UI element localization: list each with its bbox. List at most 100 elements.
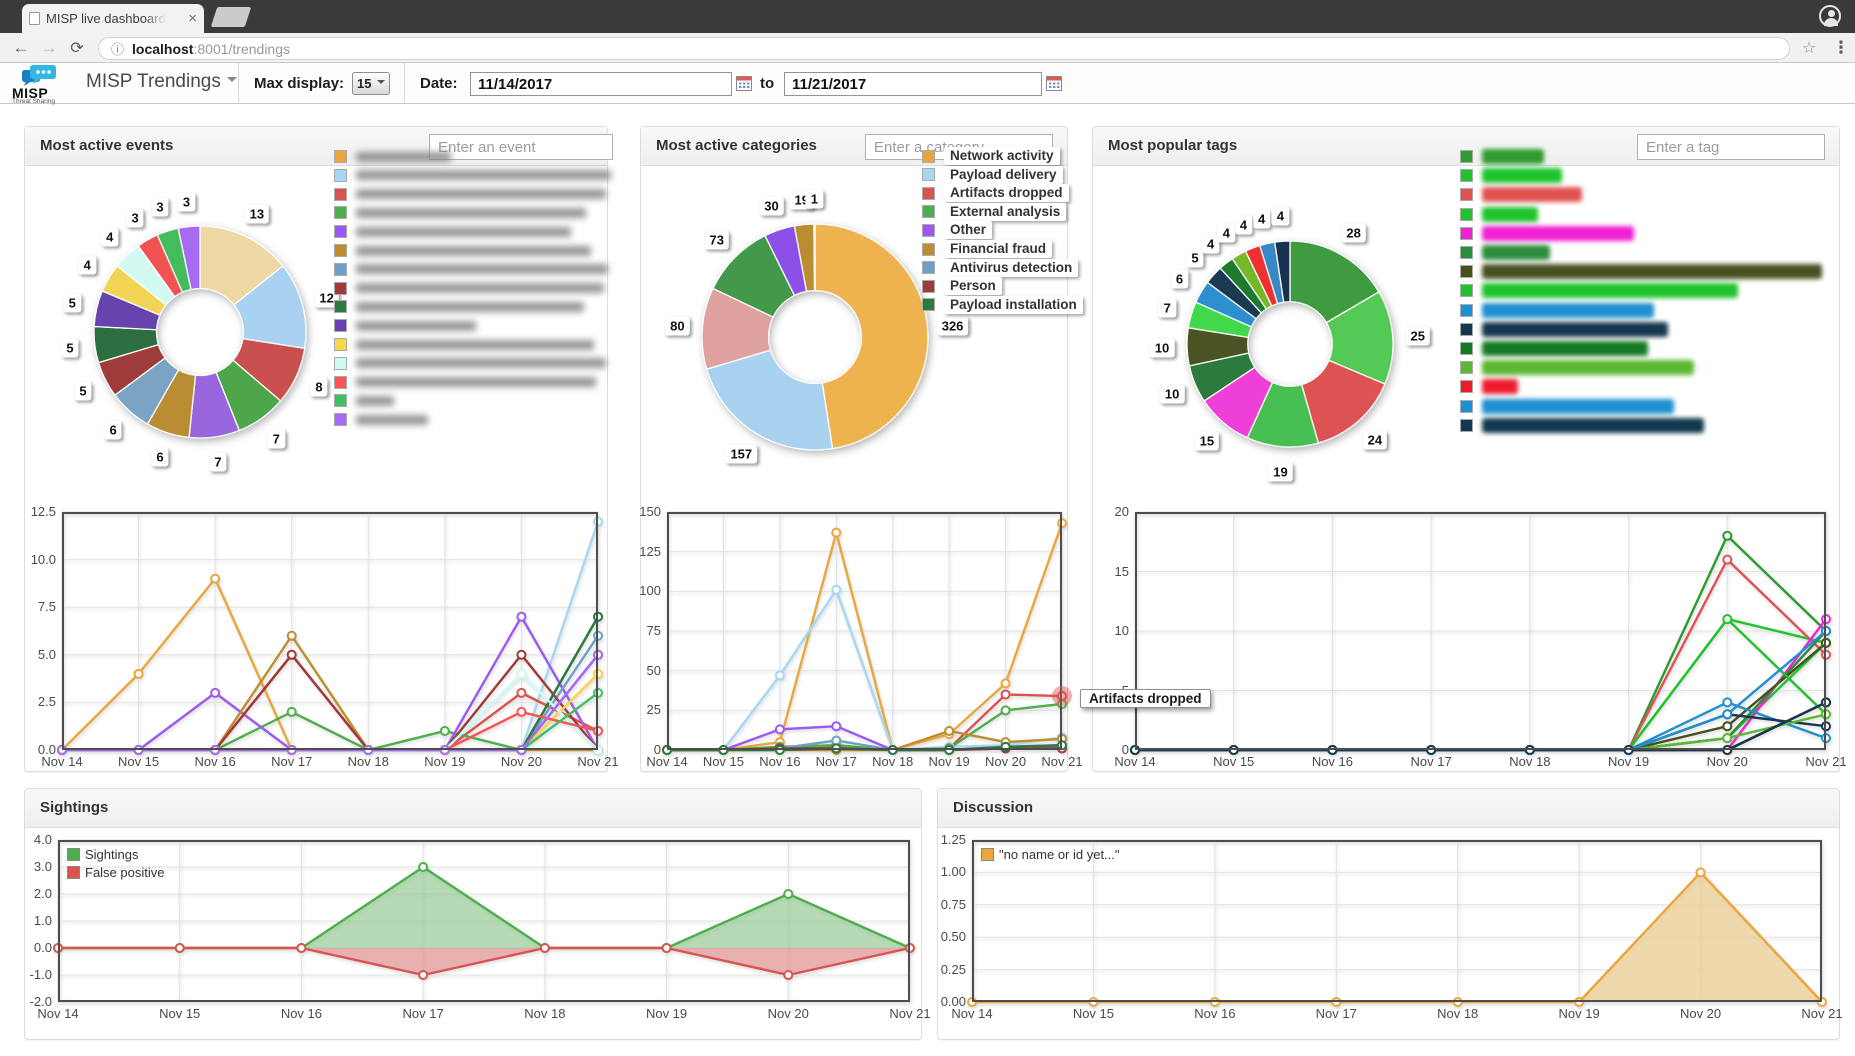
page-info-icon[interactable]: ⓘ [111,39,124,58]
new-tab-button[interactable] [211,7,251,27]
bookmark-star-icon[interactable]: ☆ [1796,33,1822,63]
tags-donut-chart[interactable]: 2825241915101076544444 [1141,195,1439,493]
events-legend-row[interactable] [334,282,604,295]
calendar-icon[interactable] [1046,76,1062,91]
redacted-event-label [356,152,451,162]
browser-menu-icon[interactable]: ⋮ [1828,33,1854,63]
redacted-event-label [356,189,606,199]
tags-legend-row[interactable] [1460,168,1562,183]
events-legend-row[interactable] [334,225,571,238]
panel-title: Most popular tags [1108,137,1237,154]
reload-button[interactable]: ⟳ [64,33,90,63]
tags-legend-row[interactable] [1460,226,1634,241]
tags-legend-row[interactable] [1460,379,1518,394]
tags-legend-row[interactable] [1460,418,1704,433]
panel-title: Most active categories [656,137,817,154]
max-display-label: Max display: [254,75,344,92]
url-text: localhost:8001/trendings [132,41,290,57]
tags-legend-row[interactable] [1460,264,1822,279]
legend-swatch [67,848,80,861]
events-line-chart[interactable]: 0.02.55.07.510.012.5Nov 14Nov 15Nov 16No… [62,512,598,755]
categories-line-chart[interactable]: 0255075100125150Nov 14Nov 15Nov 16Nov 17… [667,512,1062,755]
misp-logo-icon [21,64,61,86]
chart-legend-item: Sightings [67,847,138,862]
header-divider [238,63,239,104]
tags-legend-row[interactable] [1460,341,1648,356]
events-legend-row[interactable] [334,338,594,351]
y-axis-tick-label: 150 [615,504,661,519]
donut-slice[interactable] [707,350,833,450]
address-bar[interactable]: ⓘ localhost:8001/trendings [98,37,1790,60]
forward-button[interactable]: → [36,33,62,63]
events-legend-row[interactable] [334,206,586,219]
categories-legend-row[interactable]: Financial fraud [922,240,1052,258]
y-axis-tick-label: 25 [615,702,661,717]
donut-slice-value: 10 [1160,384,1184,403]
tags-legend-row[interactable] [1460,283,1738,298]
y-axis-tick-label: 0.75 [920,897,966,912]
events-legend-row[interactable] [334,319,476,332]
legend-swatch [334,394,347,407]
categories-legend-row[interactable]: Payload delivery [922,166,1063,184]
donut-slice[interactable] [815,224,928,449]
categories-legend-row[interactable]: Payload installation [922,296,1083,314]
tags-legend-row[interactable] [1460,399,1674,414]
events-legend-row[interactable] [334,376,596,389]
profile-avatar-icon[interactable] [1819,5,1841,27]
back-button[interactable]: ← [8,33,34,63]
sightings-area-chart[interactable]: 4.03.02.01.00.0-1.0-2.0Nov 14Nov 15Nov 1… [58,840,910,1007]
donut-slice-value: 7 [268,429,285,448]
trendings-menu[interactable]: MISP Trendings [86,71,237,93]
categories-legend-row[interactable]: Network activity [922,147,1060,165]
tag-search-input[interactable] [1637,134,1825,160]
donut-slice-value: 5 [61,338,78,357]
events-legend-row[interactable] [334,150,451,163]
tags-legend-row[interactable] [1460,360,1694,375]
events-legend-row[interactable] [334,300,584,313]
categories-legend-row[interactable]: External analysis [922,203,1066,221]
event-search-input[interactable] [429,134,613,160]
legend-swatch [334,188,347,201]
categories-legend-row[interactable]: Other [922,221,992,239]
tags-legend-row[interactable] [1460,207,1538,222]
redacted-tag-pill [1482,322,1668,337]
date-to-input[interactable]: 11/21/2017 [784,72,1042,96]
events-legend-row[interactable] [334,169,611,182]
events-legend-row[interactable] [334,263,608,276]
misp-logo[interactable]: MISP Threat Sharing [12,64,70,103]
legend-swatch [1460,361,1473,374]
donut-slice-value: 4 [1218,223,1235,242]
categories-legend-row[interactable]: Antivirus detection [922,259,1078,277]
events-legend-row[interactable] [334,244,591,257]
donut-slice-value: 326 [937,317,969,336]
discussion-area-chart[interactable]: 1.251.000.750.500.250.00Nov 14Nov 15Nov … [972,840,1822,1007]
x-axis-tick-label: Nov 20 [486,754,556,769]
events-donut-chart[interactable]: 13128776655544333 [48,180,352,484]
legend-label: Payload delivery [944,166,1063,184]
max-display-select[interactable]: 15 [352,72,390,95]
redacted-event-label [356,396,394,406]
categories-legend-row[interactable]: Person [922,277,1002,295]
y-axis-tick-label: 100 [615,583,661,598]
events-legend-row[interactable] [334,357,606,370]
categories-legend-row[interactable]: Artifacts dropped [922,184,1069,202]
tab-close-icon[interactable]: × [188,11,197,26]
legend-swatch [1460,380,1473,393]
tags-legend-row[interactable] [1460,187,1582,202]
tags-legend-row[interactable] [1460,149,1544,164]
legend-swatch [922,243,935,256]
tags-line-chart[interactable]: 05101520Nov 14Nov 15Nov 16Nov 17Nov 18No… [1135,512,1826,755]
donut-slice[interactable] [814,224,815,291]
tags-legend-row[interactable] [1460,322,1668,337]
events-legend-row[interactable] [334,188,606,201]
calendar-icon[interactable] [736,76,752,91]
legend-swatch [1460,265,1473,278]
browser-tab[interactable]: MISP live dashboard × [22,4,204,33]
tags-legend-row[interactable] [1460,245,1550,260]
tags-legend-row[interactable] [1460,303,1654,318]
events-legend-row[interactable] [334,413,428,426]
donut-slice-value: 7 [209,452,226,471]
events-legend-row[interactable] [334,394,394,407]
panel-title: Sightings [40,799,108,816]
date-from-input[interactable]: 11/14/2017 [470,72,732,96]
